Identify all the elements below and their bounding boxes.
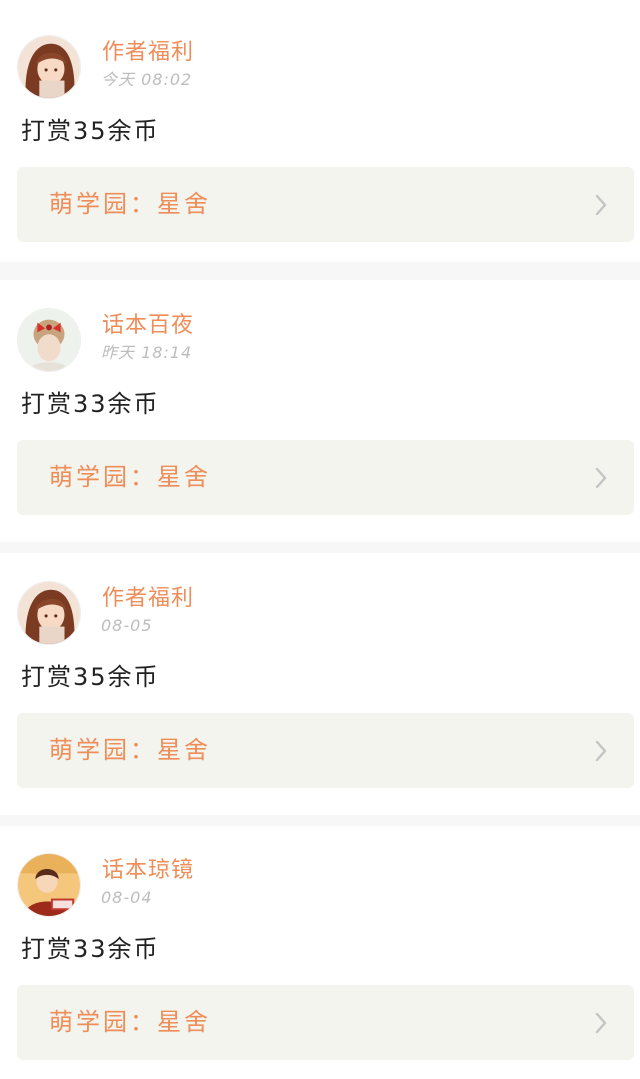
reward-card: 作者福利 08-05 打赏35余币 萌学园：星舍: [0, 553, 640, 815]
timestamp: 昨天 18:14: [101, 343, 193, 362]
timestamp: 08-05: [101, 616, 153, 635]
character-badge-avatar-icon[interactable]: [17, 853, 81, 917]
book-link-label: 萌学园：星舍: [49, 1008, 211, 1036]
reward-card: 作者福利 今天 08:02 打赏35余币 萌学园：星舍: [0, 0, 640, 262]
reward-feed: 作者福利 今天 08:02 打赏35余币 萌学园：星舍 话本百夜 昨天 18:1…: [0, 0, 640, 1079]
book-link-label: 萌学园：星舍: [49, 463, 211, 491]
chevron-right-icon: [595, 740, 607, 762]
tip-text: 打赏35余币: [21, 663, 160, 691]
chevron-right-icon: [595, 194, 607, 216]
anime-girl-avatar-icon[interactable]: [17, 581, 81, 645]
book-link-button[interactable]: 萌学园：星舍: [17, 985, 634, 1060]
anime-girl-avatar-icon[interactable]: [17, 35, 81, 99]
username[interactable]: 话本琼镜: [102, 857, 194, 885]
reward-card: 话本百夜 昨天 18:14 打赏33余币 萌学园：星舍: [0, 280, 640, 542]
tip-text: 打赏33余币: [21, 390, 160, 418]
tip-text: 打赏33余币: [21, 935, 160, 963]
timestamp: 08-04: [101, 888, 153, 907]
girl-red-bow-avatar-icon[interactable]: [17, 308, 81, 372]
tip-text: 打赏35余币: [21, 117, 160, 145]
book-link-label: 萌学园：星舍: [49, 736, 211, 764]
chevron-right-icon: [595, 467, 607, 489]
book-link-label: 萌学园：星舍: [49, 190, 211, 218]
chevron-right-icon: [595, 1012, 607, 1034]
book-link-button[interactable]: 萌学园：星舍: [17, 167, 634, 242]
username[interactable]: 话本百夜: [102, 312, 194, 340]
username[interactable]: 作者福利: [102, 39, 194, 67]
book-link-button[interactable]: 萌学园：星舍: [17, 713, 634, 788]
timestamp: 今天 08:02: [101, 70, 193, 89]
username[interactable]: 作者福利: [102, 585, 194, 613]
book-link-button[interactable]: 萌学园：星舍: [17, 440, 634, 515]
reward-card: 话本琼镜 08-04 打赏33余币 萌学园：星舍: [0, 826, 640, 1079]
